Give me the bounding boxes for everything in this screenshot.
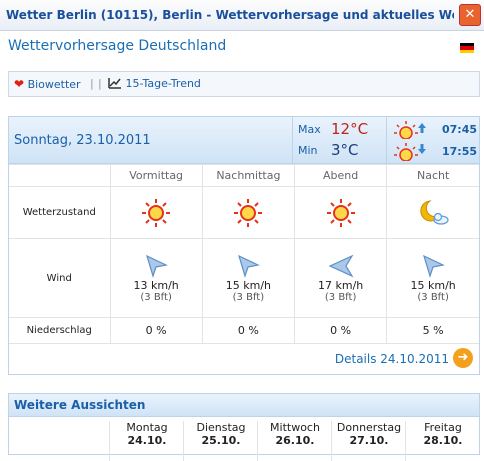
wind-direction-icon — [111, 253, 202, 279]
day-name: Dienstag — [196, 421, 246, 434]
sunset-time: 17:55 — [442, 145, 478, 158]
column-header: Nachmittag — [201, 164, 295, 187]
day-name: Mittwoch — [270, 421, 320, 434]
outlook-day[interactable]: Donnerstag 27.10. — [331, 421, 406, 461]
wind-direction-icon — [295, 253, 386, 279]
biowetter-link[interactable]: ❤ Biowetter — [14, 77, 81, 91]
forecast-table: Vormittag Nachmittag Abend Nacht Wetterz… — [9, 164, 479, 343]
heart-icon: ❤ — [14, 77, 25, 91]
column-header: Abend — [293, 164, 387, 187]
row-label: Niederschlag — [9, 317, 110, 343]
wind-direction-icon — [203, 253, 294, 279]
day-name: Freitag — [424, 421, 462, 434]
row-label: Wetterzustand — [9, 186, 110, 239]
table-row: Niederschlag 0 % 0 % 0 % 5 % — [9, 317, 479, 343]
arrow-right-icon[interactable]: ➜ — [453, 348, 473, 368]
min-max-temperature: Max 12°C Min 3°C — [292, 117, 387, 163]
forecast-date: Sonntag, 23.10.2011 — [14, 133, 151, 148]
outlook-day[interactable]: Mittwoch 26.10. — [257, 421, 332, 461]
trend-chart-icon — [108, 77, 122, 89]
toolbar-separator: | — [98, 77, 102, 90]
outlook-day[interactable]: Dienstag 25.10. — [183, 421, 258, 461]
window-titlebar: Wetter Berlin (10115), Berlin - Wettervo… — [0, 0, 484, 31]
day-date: 27.10. — [349, 434, 389, 447]
outlook-day[interactable]: Montag 24.10. — [109, 421, 184, 461]
outlook-day[interactable]: Freitag 28.10. — [405, 421, 480, 461]
wind-beaufort: (3 Bft) — [232, 292, 265, 303]
wind-speed: 13 km/h — [133, 279, 179, 292]
details-row: Details 24.10.2011 ➜ — [9, 343, 479, 374]
min-temperature: 3°C — [331, 141, 359, 159]
day-date: 25.10. — [201, 434, 241, 447]
wind-beaufort: (3 Bft) — [140, 292, 172, 303]
day-date: 24.10. — [127, 434, 167, 447]
row-label: Wind — [9, 238, 110, 318]
sun-times: 07:45 17:55 — [386, 117, 480, 163]
sunny-icon — [111, 198, 202, 228]
close-button[interactable]: ✕ — [459, 4, 481, 26]
moon-cloud-icon — [387, 198, 479, 228]
sunrise-icon — [393, 119, 427, 139]
max-temperature: 12°C — [331, 120, 369, 138]
details-link[interactable]: Details 24.10.2011 — [335, 352, 449, 366]
german-flag-icon — [460, 43, 474, 53]
max-label: Max — [298, 123, 321, 136]
day-date: 28.10. — [423, 434, 463, 447]
wind-beaufort: (3 Bft) — [324, 292, 357, 303]
outlook-card: Weitere Aussichten Montag 24.10. Diensta… — [8, 393, 480, 461]
table-row: Wind 13 km/h (3 Bft) 15 km/h (3 Bft) 17 … — [9, 238, 479, 318]
precipitation-value: 0 % — [201, 317, 295, 343]
sunrise-time: 07:45 — [442, 123, 478, 136]
today-header: Sonntag, 23.10.2011 Max 12°C Min 3°C 07:… — [9, 117, 479, 164]
toolbar: ❤ Biowetter | | 15-Tage-Trend — [8, 71, 480, 97]
toolbar-separator: | — [90, 77, 94, 90]
wind-speed: 15 km/h — [410, 279, 456, 292]
wind-speed: 15 km/h — [225, 279, 271, 292]
precipitation-value: 0 % — [293, 317, 387, 343]
outlook-title: Weitere Aussichten — [9, 394, 479, 417]
wind-beaufort: (3 Bft) — [417, 292, 449, 303]
wind-direction-icon — [387, 253, 479, 279]
day-name: Donnerstag — [336, 421, 402, 434]
today-forecast-card: Sonntag, 23.10.2011 Max 12°C Min 3°C 07:… — [8, 116, 480, 375]
wind-speed: 17 km/h — [317, 279, 364, 292]
precipitation-value: 5 % — [386, 317, 479, 343]
trend-link[interactable]: 15-Tage-Trend — [108, 77, 201, 90]
precipitation-value: 0 % — [109, 317, 203, 343]
min-label: Min — [298, 144, 318, 157]
window-title: Wetter Berlin (10115), Berlin - Wettervo… — [6, 8, 454, 22]
table-header-row: Vormittag Nachmittag Abend Nacht — [9, 164, 479, 187]
sunny-icon — [203, 198, 294, 228]
sunset-icon — [393, 141, 427, 161]
sunny-icon — [295, 198, 386, 228]
page-title: Wettervorhersage Deutschland — [8, 38, 227, 54]
column-header: Nacht — [386, 164, 479, 187]
day-name: Montag — [126, 421, 168, 434]
table-row: Wetterzustand — [9, 186, 479, 239]
column-header: Vormittag — [109, 164, 203, 187]
day-date: 26.10. — [275, 434, 315, 447]
